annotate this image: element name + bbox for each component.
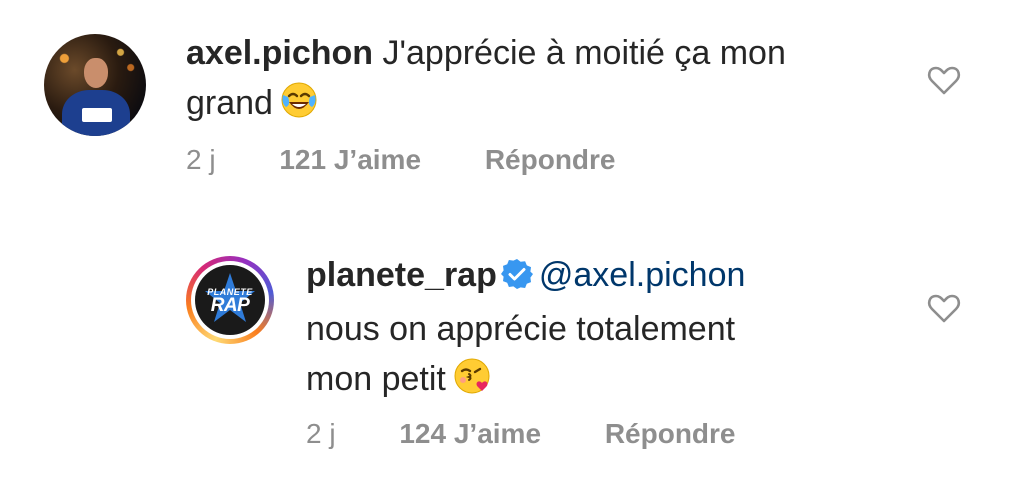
comment-meta: 2 j 124 J’aime Répondre [306, 418, 736, 450]
comment-text: planete_rap @axel.pichon nous on appréci… [306, 250, 866, 410]
comment-meta: 2 j 121 J’aime Répondre [186, 144, 616, 176]
username-link[interactable]: planete_rap [306, 256, 497, 294]
avatar[interactable]: PLANETE RAP [186, 256, 274, 344]
avatar[interactable] [44, 34, 146, 136]
verified-badge-icon [500, 254, 533, 304]
tears-of-joy-emoji-icon [279, 80, 319, 134]
avatar-shirt [62, 90, 130, 136]
kissing-face-emoji-icon [452, 356, 492, 410]
comment-timestamp: 2 j [306, 418, 336, 449]
comment-body-line2: mon petit [306, 360, 446, 398]
heart-outline-icon[interactable] [924, 288, 964, 328]
reply-button[interactable]: Répondre [485, 144, 616, 176]
mention-link[interactable]: @axel.pichon [539, 256, 746, 294]
likes-count[interactable]: 121 J’aime [279, 144, 421, 176]
comment-body-line1: J'apprécie à moitié ça mon [382, 34, 786, 72]
likes-count[interactable]: 124 J’aime [399, 418, 541, 450]
logo-text-big: RAP [210, 295, 250, 316]
comment-body-line1: nous on apprécie totalement [306, 310, 736, 348]
heart-outline-icon[interactable] [924, 60, 964, 100]
reply-button[interactable]: Répondre [605, 418, 736, 450]
comment-timestamp: 2 j [186, 144, 216, 175]
comments-thread: axel.pichon J'apprécie à moitié ça mon g… [0, 0, 1024, 500]
comment-body-line2: grand [186, 84, 273, 122]
comment-text: axel.pichon J'apprécie à moitié ça mon g… [186, 28, 916, 134]
username-link[interactable]: axel.pichon [186, 34, 373, 72]
avatar-face [84, 58, 108, 88]
planete-rap-logo: PLANETE RAP [195, 265, 265, 335]
